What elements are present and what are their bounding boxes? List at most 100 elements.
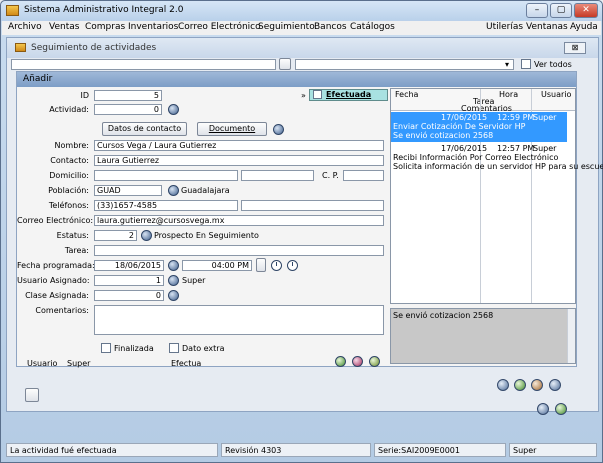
nombre-field[interactable]: Cursos Vega / Laura Gutierrez xyxy=(94,140,384,151)
contacto-field[interactable]: Laura Gutierrez xyxy=(94,155,384,166)
detail-scrollbar[interactable] xyxy=(567,309,575,363)
view-icon[interactable] xyxy=(497,379,509,391)
info-icon[interactable] xyxy=(537,403,549,415)
poblacion-field[interactable]: GUAD xyxy=(94,185,162,196)
filter-input[interactable] xyxy=(11,59,276,70)
activities-grid: Fecha Hora Usuario Tarea Comentarios 17/… xyxy=(390,88,603,304)
domicilio-field[interactable] xyxy=(94,170,238,181)
exit-icon[interactable] xyxy=(555,403,567,415)
contacto-label: Contacto: xyxy=(50,156,89,165)
comentarios-field[interactable] xyxy=(94,305,384,335)
row-1-usuario: Super xyxy=(533,113,557,122)
dato-extra-label: Dato extra xyxy=(182,344,225,353)
id-field[interactable]: 5 xyxy=(94,90,162,101)
window-icon xyxy=(15,43,26,52)
poblacion-name: Guadalajara xyxy=(181,186,230,195)
cp-field[interactable] xyxy=(343,170,384,181)
close-button[interactable]: ✕ xyxy=(574,3,598,18)
col-fecha[interactable]: Fecha xyxy=(395,90,418,99)
footer-efectua-label: Efectua xyxy=(171,359,202,368)
accept-icon[interactable] xyxy=(335,356,346,367)
actividad-field[interactable]: 0 xyxy=(94,104,162,115)
row-2-tarea: Recibi Información Por Correo Electrónic… xyxy=(393,153,559,162)
poblacion-label: Población: xyxy=(48,186,89,195)
menu-bar: Archivo Ventas Compras Inventarios Corre… xyxy=(2,21,601,35)
chevron-down-icon[interactable]: ▾ xyxy=(505,60,509,69)
efectuada-toggle[interactable]: Efectuada xyxy=(309,89,388,101)
filter-button[interactable] xyxy=(279,58,291,70)
row-1-tarea: Enviar Cotización De Servidor HP xyxy=(393,122,526,131)
clock-icon[interactable] xyxy=(271,260,282,271)
maximize-button[interactable]: ▢ xyxy=(550,3,572,18)
anadir-panel: Añadir » Efectuada ID 5 Actividad: 0 Dat… xyxy=(16,71,603,368)
telefonos-field-2[interactable] xyxy=(241,200,384,211)
estatus-field[interactable]: 2 xyxy=(94,230,137,241)
efectuada-checkbox[interactable] xyxy=(313,90,322,99)
footer-usuario-value: Super xyxy=(67,359,91,368)
ver-todos-checkbox[interactable] xyxy=(521,59,531,69)
delete-icon[interactable] xyxy=(352,356,363,367)
row-1-comentario: Se envió cotizacion 2568 xyxy=(393,131,494,140)
cp-label: C. P. xyxy=(322,171,339,180)
tarea-label: Tarea: xyxy=(64,246,89,255)
search-icon[interactable] xyxy=(141,230,152,241)
nombre-label: Nombre: xyxy=(54,141,89,150)
search-icon[interactable] xyxy=(168,185,179,196)
search-icon[interactable] xyxy=(168,275,179,286)
expand-marker[interactable]: » xyxy=(301,91,306,100)
dato-extra-checkbox[interactable] xyxy=(169,343,179,353)
edit-icon[interactable] xyxy=(531,379,543,391)
clase-field[interactable]: 0 xyxy=(94,290,164,301)
menu-utilerias[interactable]: Utilerías xyxy=(486,22,523,32)
add-icon[interactable] xyxy=(514,379,526,391)
search-icon[interactable] xyxy=(168,104,179,115)
comentarios-label: Comentarios: xyxy=(35,306,89,315)
status-user: Super xyxy=(509,443,597,457)
hora-field[interactable]: 04:00 PM xyxy=(182,260,252,271)
calendar-icon[interactable] xyxy=(168,260,179,271)
usuario-asignado-field[interactable]: 1 xyxy=(94,275,164,286)
col-usuario[interactable]: Usuario xyxy=(541,90,571,99)
fecha-field[interactable]: 18/06/2015 xyxy=(94,260,164,271)
title-bar: Sistema Administrativo Integral 2.0 – ▢ … xyxy=(1,1,602,21)
minimize-button[interactable]: – xyxy=(526,3,548,18)
col-hora[interactable]: Hora xyxy=(499,90,518,99)
menu-archivo[interactable]: Archivo xyxy=(8,22,42,32)
menu-correo[interactable]: Correo Electrónico xyxy=(178,22,261,32)
app-title: Sistema Administrativo Integral 2.0 xyxy=(24,5,184,15)
finalizada-checkbox[interactable] xyxy=(101,343,111,353)
document-icon[interactable] xyxy=(273,124,284,135)
detail-text: Se envió cotizacion 2568 xyxy=(393,311,494,320)
hora-spinner[interactable] xyxy=(256,258,266,272)
left-action-button[interactable] xyxy=(25,388,39,402)
estatus-name: Prospecto En Seguimiento xyxy=(154,231,259,240)
id-label: ID xyxy=(80,91,89,100)
menu-inventarios[interactable]: Inventarios xyxy=(128,22,178,32)
menu-compras[interactable]: Compras xyxy=(85,22,125,32)
menu-ventanas[interactable]: Ventanas xyxy=(526,22,568,32)
datos-contacto-button[interactable]: Datos de contacto xyxy=(102,122,187,136)
search-icon[interactable] xyxy=(168,290,179,301)
correo-field[interactable]: laura.gutierrez@cursosvega.mx xyxy=(94,215,384,226)
documento-button[interactable]: Documento xyxy=(197,122,267,136)
correo-label: Correo Electrónico: xyxy=(17,216,94,225)
menu-ventas[interactable]: Ventas xyxy=(49,22,79,32)
tarea-field[interactable] xyxy=(94,245,384,256)
window-close-button[interactable]: ⊠ xyxy=(564,42,586,54)
domicilio-field-2[interactable] xyxy=(241,170,314,181)
menu-ayuda[interactable]: Ayuda xyxy=(570,22,598,32)
grid-row-1[interactable]: 17/06/2015 12:59 PM Super Enviar Cotizac… xyxy=(391,112,567,142)
filter-select[interactable] xyxy=(295,59,514,70)
row-2-comentario: Solicita información de un servidor HP p… xyxy=(393,162,603,171)
menu-catalogos[interactable]: Catálogos xyxy=(350,22,395,32)
status-serie: Serie:SAI2009E0001 xyxy=(374,443,506,457)
refresh-icon[interactable] xyxy=(369,356,380,367)
clock-icon[interactable] xyxy=(287,260,298,271)
print-icon[interactable] xyxy=(549,379,561,391)
grid-row-2[interactable]: 17/06/2015 12:57 PM Super Recibi Informa… xyxy=(391,143,603,173)
telefonos-field[interactable]: (33)1657-4585 xyxy=(94,200,238,211)
menu-bancos[interactable]: Bancos xyxy=(314,22,347,32)
domicilio-label: Domicilio: xyxy=(49,171,89,180)
menu-seguimiento[interactable]: Seguimiento xyxy=(258,22,315,32)
detail-panel: Se envió cotizacion 2568 xyxy=(390,308,576,364)
